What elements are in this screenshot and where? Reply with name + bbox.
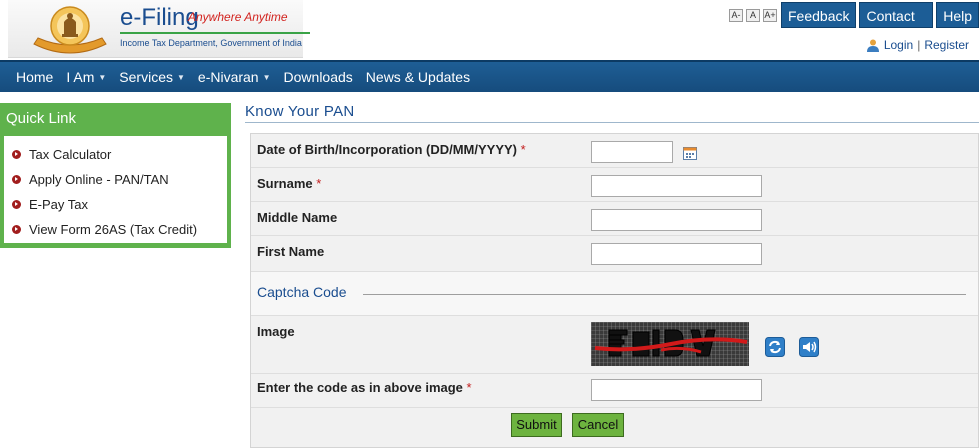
middle-name-row: Middle Name — [251, 202, 978, 236]
arrow-bullet-icon — [12, 225, 21, 234]
surname-input[interactable] — [591, 175, 762, 197]
dob-label: Date of Birth/Incorporation (DD/MM/YYYY)… — [257, 142, 526, 157]
surname-label-text: Surname — [257, 176, 313, 191]
quick-link-epay-tax[interactable]: E-Pay Tax — [4, 192, 227, 217]
nav-services[interactable]: Services ▼ — [119, 69, 185, 85]
logo-area[interactable]: e-Filing Anywhere Anytime Income Tax Dep… — [8, 0, 310, 58]
dob-row: Date of Birth/Incorporation (DD/MM/YYYY)… — [251, 134, 978, 168]
register-link[interactable]: Register — [924, 38, 969, 52]
brand-tagline: Anywhere Anytime — [188, 10, 288, 24]
font-normal-button[interactable]: A — [746, 9, 760, 22]
font-increase-button[interactable]: A+ — [763, 9, 777, 22]
nav-e-nivaran[interactable]: e-Nivaran ▼ — [198, 69, 271, 85]
refresh-icon[interactable] — [765, 337, 785, 357]
nav-home-label: Home — [16, 69, 54, 85]
captcha-code-label-text: Enter the code as in above image — [257, 380, 463, 395]
dob-input[interactable] — [591, 141, 673, 163]
nav-services-label: Services — [119, 69, 173, 85]
submit-button[interactable]: Submit — [511, 413, 562, 437]
arrow-bullet-icon — [12, 200, 21, 209]
captcha-section-title: Captcha Code — [257, 284, 347, 300]
captcha-image-label: Image — [257, 324, 295, 339]
quick-link-apply-online[interactable]: Apply Online - PAN/TAN — [4, 167, 227, 192]
quick-link-tax-calculator[interactable]: Tax Calculator — [4, 142, 227, 167]
feedback-button[interactable]: Feedback — [781, 2, 857, 28]
captcha-section-divider — [363, 294, 966, 295]
surname-label: Surname * — [257, 176, 321, 191]
dob-label-text: Date of Birth/Incorporation (DD/MM/YYYY) — [257, 142, 517, 157]
contact-us-button[interactable]: Contact Us — [859, 2, 934, 50]
top-buttons: Feedback Contact Us Help — [781, 2, 979, 50]
captcha-code-row: Enter the code as in above image * — [251, 374, 978, 408]
cancel-button[interactable]: Cancel — [572, 413, 624, 437]
main-nav: Home I Am ▼ Services ▼ e-Nivaran ▼ Download… — [0, 60, 979, 92]
brand-subtitle: Income Tax Department, Government of Ind… — [120, 38, 302, 48]
page-title: Know Your PAN — [245, 103, 355, 120]
middle-name-input[interactable] — [591, 209, 762, 231]
captcha-code-input[interactable] — [591, 379, 762, 401]
brand-divider — [120, 32, 310, 34]
captcha-image-row: Image — [251, 316, 978, 374]
nav-home[interactable]: Home — [16, 69, 53, 85]
know-your-pan-form: Date of Birth/Incorporation (DD/MM/YYYY)… — [250, 133, 979, 448]
quick-link-label: Tax Calculator — [29, 147, 112, 162]
required-mark: * — [520, 142, 526, 157]
login-link[interactable]: Login — [884, 38, 913, 52]
brand-title: e-Filing — [120, 4, 199, 31]
income-tax-emblem-icon — [33, 6, 107, 54]
captcha-code-label: Enter the code as in above image * — [257, 380, 472, 395]
quick-link-panel: Quick Link Tax Calculator Apply Online -… — [0, 103, 231, 248]
chevron-down-icon: ▼ — [98, 72, 107, 82]
middle-name-label: Middle Name — [257, 210, 338, 225]
surname-row: Surname * — [251, 168, 978, 202]
nav-news-updates[interactable]: News & Updates — [366, 69, 470, 85]
nav-i-am[interactable]: I Am ▼ — [66, 69, 106, 85]
calendar-icon[interactable] — [683, 146, 697, 160]
help-button[interactable]: Help — [936, 2, 979, 28]
arrow-bullet-icon — [12, 150, 21, 159]
quick-link-title: Quick Link — [6, 110, 77, 127]
nav-downloads[interactable]: Downloads — [284, 69, 353, 85]
first-name-row: First Name — [251, 236, 978, 272]
first-name-input[interactable] — [591, 243, 762, 265]
nav-e-nivaran-label: e-Nivaran — [197, 69, 259, 85]
chevron-down-icon: ▼ — [176, 72, 185, 82]
nav-news-updates-label: News & Updates — [365, 69, 471, 85]
first-name-label: First Name — [257, 244, 325, 259]
font-size-controls: A- A A+ — [729, 9, 777, 22]
site-header: e-Filing Anywhere Anytime Income Tax Dep… — [0, 0, 979, 60]
font-decrease-button[interactable]: A- — [729, 9, 743, 22]
login-area: Login | Register — [866, 38, 969, 52]
login-separator: | — [917, 38, 921, 52]
required-mark: * — [466, 380, 472, 395]
title-divider — [245, 122, 979, 123]
nav-downloads-label: Downloads — [283, 69, 353, 85]
chevron-down-icon: ▼ — [262, 72, 271, 82]
quick-link-label: View Form 26AS (Tax Credit) — [29, 222, 198, 237]
quick-link-list: Tax Calculator Apply Online - PAN/TAN E-… — [4, 136, 227, 243]
quick-link-label: Apply Online - PAN/TAN — [29, 172, 169, 187]
arrow-bullet-icon — [12, 175, 21, 184]
user-icon — [866, 39, 879, 52]
captcha-section-row: Captcha Code — [251, 272, 978, 316]
speaker-icon[interactable] — [799, 337, 819, 357]
nav-i-am-label: I Am — [66, 69, 95, 85]
quick-link-label: E-Pay Tax — [29, 197, 89, 212]
required-mark: * — [316, 176, 322, 191]
quick-link-form-26as[interactable]: View Form 26AS (Tax Credit) — [4, 217, 227, 242]
captcha-image — [591, 322, 749, 366]
